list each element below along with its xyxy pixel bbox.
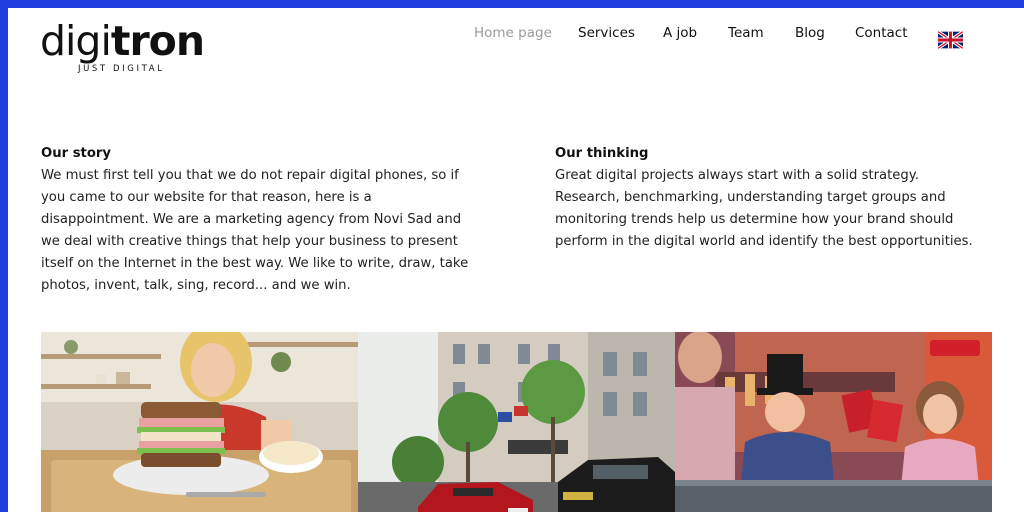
our-thinking-text: Great digital projects always start with…	[555, 168, 973, 249]
our-story-text: We must first tell you that we do not re…	[41, 168, 469, 293]
page-frame: digitron JUST DIGITAL Home page Services…	[8, 8, 1024, 512]
portfolio-image-sandwich[interactable]	[41, 332, 358, 512]
nav-home[interactable]: Home page	[474, 25, 552, 41]
portfolio-gallery	[41, 332, 992, 512]
nav-team[interactable]: Team	[728, 25, 764, 41]
portfolio-image-street[interactable]	[358, 332, 675, 512]
logo-tagline: JUST DIGITAL	[78, 64, 165, 74]
our-thinking-heading: Our thinking	[555, 146, 649, 161]
our-thinking-section: Our thinking Great digital projects alwa…	[555, 143, 985, 253]
nav-services[interactable]: Services	[578, 25, 635, 41]
portfolio-image-kids[interactable]	[675, 332, 992, 512]
our-story-heading: Our story	[41, 146, 112, 161]
nav-contact[interactable]: Contact	[855, 25, 908, 41]
nav-job[interactable]: A job	[663, 25, 697, 41]
our-story-section: Our story We must first tell you that we…	[41, 143, 481, 297]
main-nav: Home page Services A job Team Blog Conta…	[8, 25, 1024, 45]
nav-blog[interactable]: Blog	[795, 25, 825, 41]
uk-flag-icon[interactable]	[938, 31, 963, 49]
